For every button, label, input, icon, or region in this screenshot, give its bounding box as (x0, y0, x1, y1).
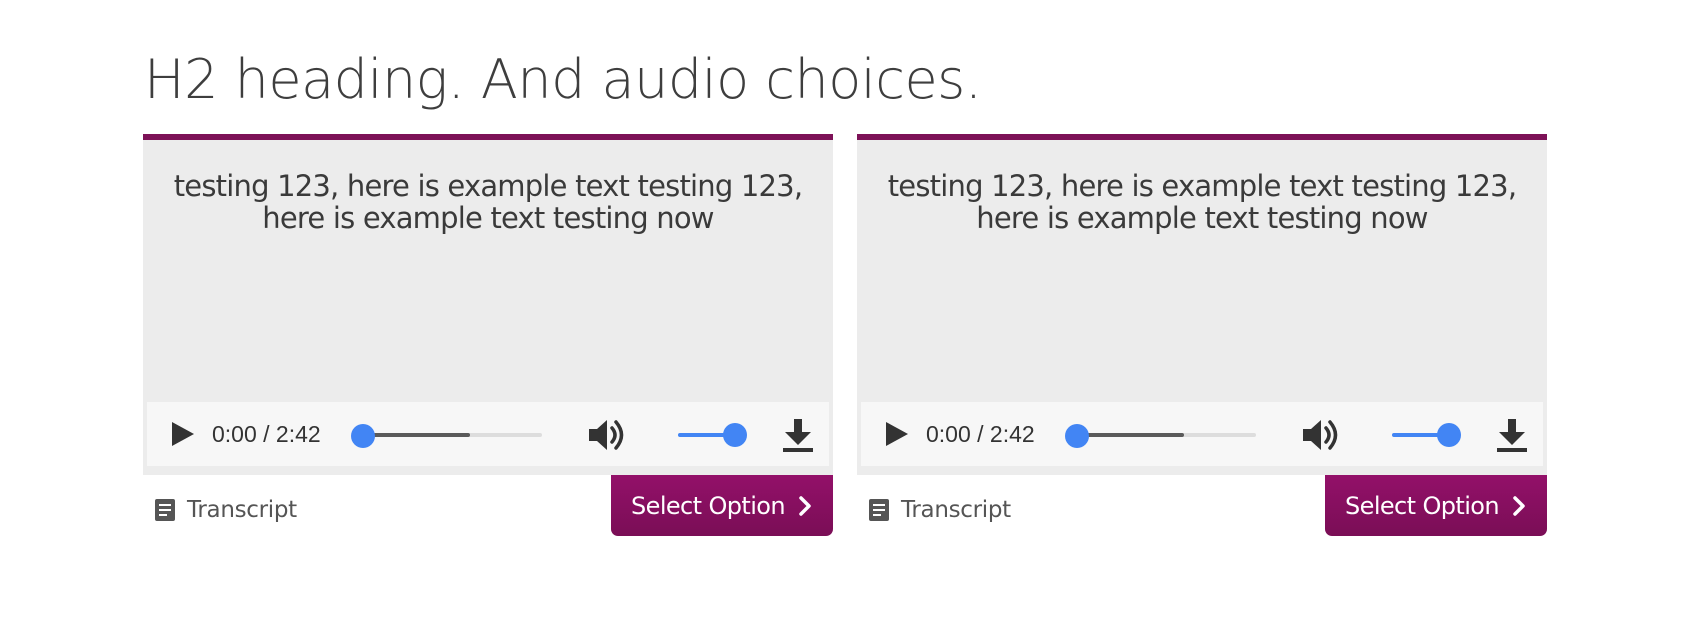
audio-player: 0:00 / 2:42 (861, 402, 1543, 466)
transcript-label: Transcript (187, 497, 297, 523)
volume-icon[interactable] (1301, 417, 1341, 453)
page-title: H2 heading. And audio choices. (144, 48, 982, 111)
audio-choice-card-1: testing 123, here is example text testin… (143, 134, 833, 536)
play-icon[interactable] (167, 419, 197, 449)
seek-slider[interactable] (1065, 424, 1261, 448)
audio-panel: testing 123, here is example text testin… (857, 134, 1547, 475)
time-display: 0:00 / 2:42 (926, 421, 1035, 447)
download-icon[interactable] (1495, 417, 1529, 453)
volume-slider[interactable] (678, 423, 748, 447)
audio-choice-card-2: testing 123, here is example text testin… (857, 134, 1547, 536)
select-option-label: Select Option (1345, 491, 1500, 520)
download-icon[interactable] (781, 417, 815, 453)
transcript-link[interactable]: Transcript (155, 495, 297, 525)
volume-thumb[interactable] (1437, 423, 1461, 447)
document-icon (869, 499, 889, 521)
volume-slider[interactable] (1392, 423, 1462, 447)
seek-thumb[interactable] (351, 424, 375, 448)
document-icon (155, 499, 175, 521)
card-text: testing 123, here is example text testin… (887, 169, 1517, 235)
play-icon[interactable] (881, 419, 911, 449)
audio-panel: testing 123, here is example text testin… (143, 134, 833, 475)
select-option-button[interactable]: Select Option (1325, 475, 1547, 536)
audio-player: 0:00 / 2:42 (147, 402, 829, 466)
transcript-link[interactable]: Transcript (869, 495, 1011, 525)
seek-thumb[interactable] (1065, 424, 1089, 448)
transcript-label: Transcript (901, 497, 1011, 523)
volume-thumb[interactable] (723, 423, 747, 447)
seek-slider[interactable] (351, 424, 547, 448)
time-display: 0:00 / 2:42 (212, 421, 321, 447)
chevron-right-icon (799, 495, 811, 516)
select-option-button[interactable]: Select Option (611, 475, 833, 536)
volume-icon[interactable] (587, 417, 627, 453)
select-option-label: Select Option (631, 491, 786, 520)
card-text: testing 123, here is example text testin… (173, 169, 803, 235)
chevron-right-icon (1513, 495, 1525, 516)
